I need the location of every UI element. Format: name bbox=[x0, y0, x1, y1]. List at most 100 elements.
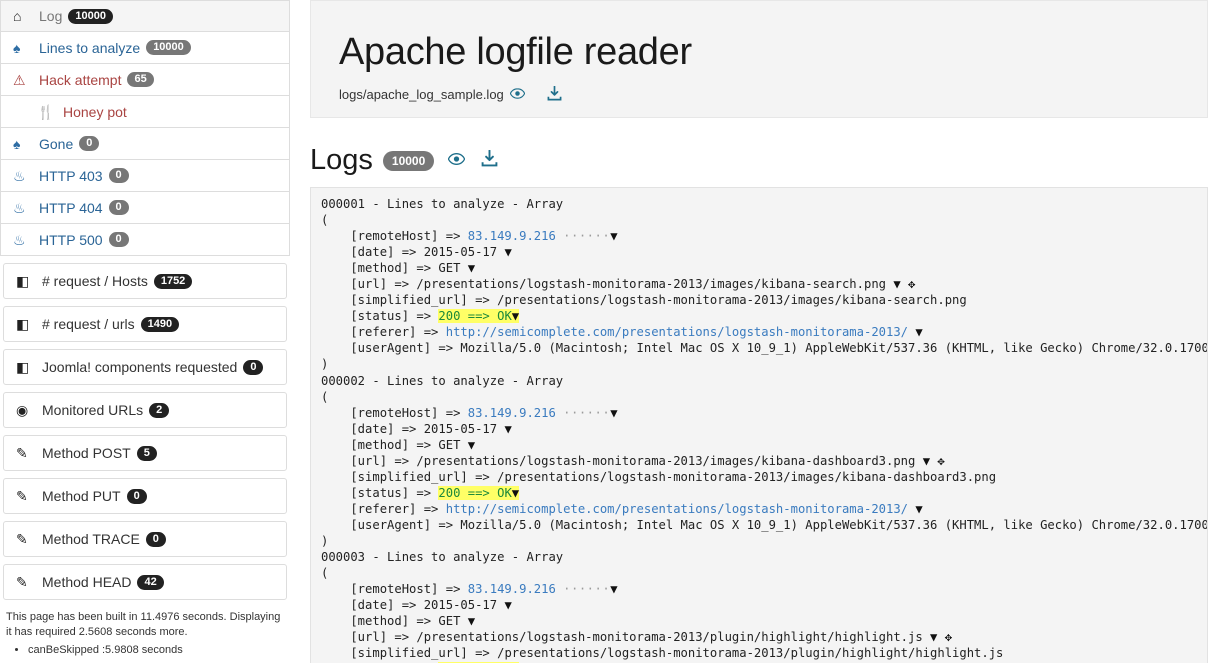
sidebar-item-badge: 0 bbox=[108, 200, 129, 215]
sidebar-item-badge: 0 bbox=[79, 136, 100, 151]
sidebar-item-label: Gone bbox=[39, 135, 74, 152]
log-dump-text: 000001 - Lines to analyze - Array ( [rem… bbox=[321, 196, 1207, 663]
sidebar-item-label: Hack attempt bbox=[39, 71, 122, 88]
remote-host-link[interactable]: 83.149.9.216 bbox=[468, 229, 556, 243]
sidebar-item-label: Method PUT bbox=[42, 488, 121, 504]
sidebar-item-badge: 0 bbox=[243, 359, 264, 375]
sidebar-item-lines-to-analyze[interactable]: ♠ Lines to analyze 10000 bbox=[0, 32, 290, 64]
filter-icon[interactable]: ▼ bbox=[468, 614, 475, 628]
book-icon: ◧ bbox=[16, 316, 30, 332]
logs-count-badge: 10000 bbox=[382, 150, 435, 171]
sidebar-item-badge: 1490 bbox=[140, 316, 180, 332]
sidebar-item-monitored-urls[interactable]: ◉ Monitored URLs 2 bbox=[3, 392, 287, 428]
referer-link[interactable]: http://semicomplete.com/presentations/lo… bbox=[446, 502, 908, 516]
filter-icon[interactable]: ▼ bbox=[512, 486, 519, 500]
sidebar-item-label: Log bbox=[39, 8, 63, 24]
remote-host-link[interactable]: 83.149.9.216 bbox=[468, 582, 556, 596]
masked-dots: ······ bbox=[563, 405, 611, 420]
eye-icon[interactable] bbox=[509, 88, 526, 101]
sidebar-item-label: # request / urls bbox=[42, 316, 135, 332]
sidebar-item-hack-attempt[interactable]: ⚠ Hack attempt 65 bbox=[0, 64, 290, 96]
sidebar-item-label: Method TRACE bbox=[42, 531, 140, 547]
request-url: /presentations/logstash-monitorama-2013/… bbox=[416, 277, 886, 292]
request-url: /presentations/logstash-monitorama-2013/… bbox=[416, 453, 916, 468]
filter-icon[interactable]: ▼ bbox=[504, 245, 511, 259]
move-icon[interactable]: ✥ bbox=[908, 277, 915, 291]
sidebar-item-honey-pot[interactable]: 🍴 Honey pot bbox=[0, 96, 290, 128]
sidebar-item-method-put[interactable]: ✎ Method PUT 0 bbox=[3, 478, 287, 514]
sidebar-item-http-403[interactable]: ♨ HTTP 403 0 bbox=[0, 160, 290, 192]
book-icon: ◧ bbox=[16, 359, 30, 375]
logfile-subline: logs/apache_log_sample.log bbox=[339, 85, 1179, 103]
filter-icon[interactable]: ▼ bbox=[468, 438, 475, 452]
filter-icon[interactable]: ▼ bbox=[504, 598, 511, 612]
sidebar-item-badge: 65 bbox=[127, 72, 154, 87]
sidebar-item-label: HTTP 404 bbox=[39, 199, 103, 216]
page-title: Apache logfile reader bbox=[339, 31, 692, 73]
main-content: Apache logfile reader logs/apache_log_sa… bbox=[290, 0, 1226, 663]
sidebar-item-gone[interactable]: ♠ Gone 0 bbox=[0, 128, 290, 160]
sidebar-item-request-hosts[interactable]: ◧ # request / Hosts 1752 bbox=[3, 263, 287, 299]
sidebar: ⌂ Log 10000 ♠ Lines to analyze 10000 ⚠ Hack att… bbox=[0, 0, 290, 663]
build-info-list: canBeSkipped :5.9808 seconds bbox=[6, 643, 284, 658]
sidebar-group-separator bbox=[0, 256, 290, 263]
sidebar-item-label: HTTP 403 bbox=[39, 167, 103, 184]
filter-icon[interactable]: ▼ bbox=[610, 406, 617, 420]
home-icon: ⌂ bbox=[13, 8, 22, 24]
status-badge: 200 ==> OK▼ bbox=[438, 309, 520, 324]
remote-host-link[interactable]: 83.149.9.216 bbox=[468, 406, 556, 420]
sidebar-item-badge: 10000 bbox=[68, 8, 113, 24]
logs-title: Logs bbox=[310, 144, 373, 176]
simplified-url: /presentations/logstash-monitorama-2013/… bbox=[497, 646, 1004, 661]
log-output-panel[interactable]: 000001 - Lines to analyze - Array ( [rem… bbox=[310, 187, 1208, 663]
warning-icon: ⚠ bbox=[13, 71, 26, 88]
sidebar-item-label: Monitored URLs bbox=[42, 402, 144, 418]
sidebar-item-badge: 0 bbox=[108, 168, 129, 183]
sidebar-item-label: # request / Hosts bbox=[42, 273, 148, 289]
filter-icon[interactable]: ▼ bbox=[915, 325, 922, 339]
sidebar-item-badge: 10000 bbox=[146, 40, 191, 55]
masked-dots: ······ bbox=[563, 582, 611, 597]
sidebar-nav: ⌂ Log 10000 ♠ Lines to analyze 10000 ⚠ Hack att… bbox=[0, 0, 290, 600]
filter-icon[interactable]: ▼ bbox=[468, 261, 475, 275]
filter-icon[interactable]: ▼ bbox=[610, 582, 617, 596]
sidebar-item-request-urls[interactable]: ◧ # request / urls 1490 bbox=[3, 306, 287, 342]
download-icon[interactable] bbox=[481, 149, 498, 171]
filter-icon[interactable]: ▼ bbox=[930, 630, 937, 644]
simplified-url: /presentations/logstash-monitorama-2013/… bbox=[497, 469, 997, 484]
pencil-icon: ✎ bbox=[16, 445, 28, 461]
simplified-url: /presentations/logstash-monitorama-2013/… bbox=[497, 293, 967, 308]
list-item: canBeSkipped :5.9808 seconds bbox=[28, 643, 284, 658]
sidebar-item-log[interactable]: ⌂ Log 10000 bbox=[0, 0, 290, 32]
sidebar-item-http-404[interactable]: ♨ HTTP 404 0 bbox=[0, 192, 290, 224]
cutlery-icon: 🍴 bbox=[37, 103, 55, 120]
fire-icon: ♨ bbox=[13, 167, 26, 184]
user-agent: Mozilla/5.0 (Macintosh; Intel Mac OS X 1… bbox=[460, 517, 1208, 532]
move-icon[interactable]: ✥ bbox=[937, 454, 944, 468]
logfile-path: logs/apache_log_sample.log bbox=[339, 87, 504, 102]
tree-icon: ♠ bbox=[13, 39, 21, 56]
sidebar-item-label: HTTP 500 bbox=[39, 231, 103, 248]
sidebar-item-method-post[interactable]: ✎ Method POST 5 bbox=[3, 435, 287, 471]
filter-icon[interactable]: ▼ bbox=[893, 277, 900, 291]
sidebar-item-method-head[interactable]: ✎ Method HEAD 42 bbox=[3, 564, 287, 600]
sidebar-item-joomla-components-requested[interactable]: ◧ Joomla! components requested 0 bbox=[3, 349, 287, 385]
filter-icon[interactable]: ▼ bbox=[915, 502, 922, 516]
filter-icon[interactable]: ▼ bbox=[512, 309, 519, 323]
sidebar-item-badge: 0 bbox=[126, 488, 147, 504]
filter-icon[interactable]: ▼ bbox=[923, 454, 930, 468]
sidebar-item-label: Method HEAD bbox=[42, 574, 132, 590]
masked-dots: ······ bbox=[563, 229, 611, 244]
fire-icon: ♨ bbox=[13, 199, 26, 216]
referer-link[interactable]: http://semicomplete.com/presentations/lo… bbox=[446, 325, 908, 339]
pencil-icon: ✎ bbox=[16, 574, 28, 590]
download-icon[interactable] bbox=[547, 85, 562, 103]
move-icon[interactable]: ✥ bbox=[945, 630, 952, 644]
sidebar-item-method-trace[interactable]: ✎ Method TRACE 0 bbox=[3, 521, 287, 557]
eye-icon[interactable] bbox=[448, 152, 466, 169]
sidebar-item-http-500[interactable]: ♨ HTTP 500 0 bbox=[0, 224, 290, 256]
filter-icon[interactable]: ▼ bbox=[504, 422, 511, 436]
filter-icon[interactable]: ▼ bbox=[610, 229, 617, 243]
sidebar-item-label: Lines to analyze bbox=[39, 39, 141, 56]
user-agent: Mozilla/5.0 (Macintosh; Intel Mac OS X 1… bbox=[460, 341, 1208, 356]
